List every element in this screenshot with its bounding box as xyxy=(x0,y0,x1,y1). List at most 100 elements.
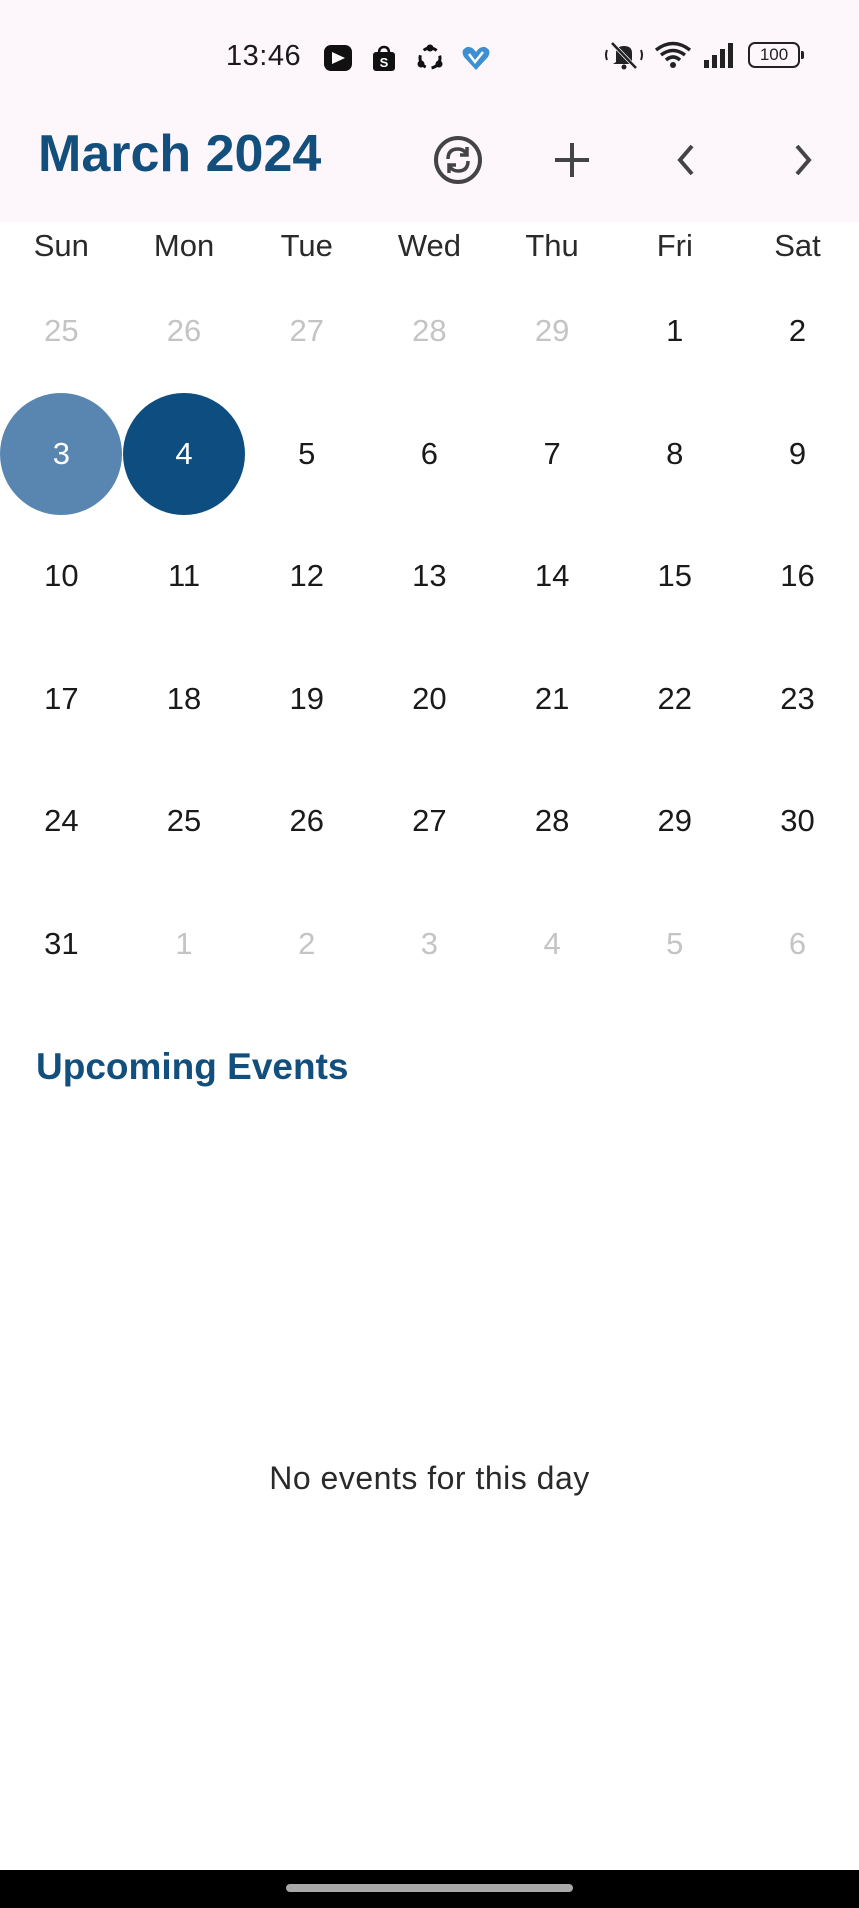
day-number: 16 xyxy=(780,558,815,594)
wifi-icon xyxy=(654,41,692,69)
sync-app-icon xyxy=(414,42,446,74)
day-number: 30 xyxy=(780,803,815,839)
day-cell[interactable]: 17 xyxy=(0,638,123,761)
day-number: 17 xyxy=(44,680,79,716)
previous-month-button[interactable] xyxy=(655,128,719,192)
day-cell[interactable]: 4 xyxy=(123,392,246,516)
app-header: March 2024 xyxy=(0,112,859,222)
day-cell[interactable]: 29 xyxy=(491,270,614,393)
home-indicator[interactable] xyxy=(286,1884,573,1892)
day-cell[interactable]: 26 xyxy=(123,270,246,393)
day-cell[interactable]: 24 xyxy=(0,760,123,883)
day-number: 1 xyxy=(666,313,684,349)
mute-bell-icon xyxy=(604,40,644,70)
today-day-number: 3 xyxy=(0,392,123,515)
day-cell[interactable]: 18 xyxy=(123,638,246,761)
weekday-label: Wed xyxy=(397,228,461,263)
battery-icon: 100 xyxy=(748,42,804,68)
day-number: 31 xyxy=(44,925,79,961)
day-cell[interactable]: 1 xyxy=(123,883,246,1006)
video-app-icon xyxy=(322,42,354,74)
day-cell[interactable]: 29 xyxy=(613,760,736,883)
day-cell[interactable]: 20 xyxy=(368,638,491,761)
day-cell[interactable]: 6 xyxy=(736,883,859,1006)
day-number: 9 xyxy=(788,435,807,471)
svg-text:S: S xyxy=(380,55,389,70)
signal-icon xyxy=(702,41,738,69)
shopee-bag-icon: S xyxy=(368,42,400,74)
weekday-label: Fri xyxy=(656,228,693,263)
day-cell[interactable]: 5 xyxy=(245,393,368,516)
day-number: 21 xyxy=(534,680,570,716)
day-number: 10 xyxy=(44,558,79,594)
day-number: 14 xyxy=(534,558,570,594)
sync-button[interactable] xyxy=(426,128,490,192)
day-cell[interactable]: 10 xyxy=(0,515,123,638)
day-cell[interactable]: 2 xyxy=(736,270,859,393)
day-number: 2 xyxy=(788,313,807,349)
day-number: 26 xyxy=(289,803,324,839)
next-month-button[interactable] xyxy=(770,128,834,192)
day-cell[interactable]: 8 xyxy=(613,393,736,516)
day-number: 11 xyxy=(167,558,201,594)
day-number: 28 xyxy=(534,803,570,839)
day-cell[interactable]: 26 xyxy=(245,760,368,883)
day-cell[interactable]: 5 xyxy=(613,883,736,1006)
day-number: 24 xyxy=(44,803,79,839)
day-cell[interactable]: 31 xyxy=(0,883,123,1006)
day-number: 6 xyxy=(788,925,807,961)
day-number: 7 xyxy=(543,435,561,471)
day-number: 25 xyxy=(44,313,79,349)
day-cell[interactable]: 23 xyxy=(736,638,859,761)
day-cell[interactable]: 27 xyxy=(368,760,491,883)
add-icon xyxy=(555,143,589,177)
day-cell[interactable]: 12 xyxy=(245,515,368,638)
day-cell[interactable]: 15 xyxy=(613,515,736,638)
day-number: 26 xyxy=(166,313,202,349)
day-cell[interactable]: 1 xyxy=(613,270,736,393)
day-cell[interactable]: 27 xyxy=(245,270,368,393)
day-number: 12 xyxy=(289,558,324,594)
day-cell[interactable]: 28 xyxy=(368,270,491,393)
day-number: 13 xyxy=(412,558,447,594)
day-number: 15 xyxy=(657,558,693,594)
weekday-label: Sun xyxy=(33,228,89,263)
day-number: 27 xyxy=(289,313,324,349)
day-cell[interactable]: 9 xyxy=(736,393,859,516)
day-number: 19 xyxy=(289,680,324,716)
month-title: March 2024 xyxy=(38,125,322,183)
day-cell[interactable]: 11 xyxy=(123,515,246,638)
add-event-button[interactable] xyxy=(540,128,604,192)
day-cell[interactable]: 21 xyxy=(491,638,614,761)
next-month-icon xyxy=(795,144,812,176)
day-cell[interactable]: 14 xyxy=(491,515,614,638)
selected-day-number: 4 xyxy=(123,392,246,515)
no-events-message: No events for this day xyxy=(269,1460,590,1496)
day-cell[interactable]: 19 xyxy=(245,638,368,761)
day-cell[interactable]: 25 xyxy=(123,760,246,883)
day-cell[interactable]: 22 xyxy=(613,638,736,761)
day-cell[interactable]: 28 xyxy=(491,760,614,883)
day-cell[interactable]: 30 xyxy=(736,760,859,883)
day-number: 18 xyxy=(166,680,202,716)
day-number: 20 xyxy=(412,680,447,716)
weekday-label: Thu xyxy=(525,228,579,263)
day-cell[interactable]: 16 xyxy=(736,515,859,638)
day-cell[interactable]: 7 xyxy=(491,393,614,516)
day-cell[interactable]: 25 xyxy=(0,270,123,393)
notification-icons: S xyxy=(322,42,492,74)
day-cell[interactable]: 6 xyxy=(368,393,491,516)
day-cell[interactable]: 3 xyxy=(0,392,123,516)
day-cell[interactable]: 3 xyxy=(368,883,491,1006)
upcoming-events-title: Upcoming Events xyxy=(36,1046,349,1087)
day-number: 22 xyxy=(657,680,693,716)
day-number: 5 xyxy=(298,435,316,471)
day-number: 28 xyxy=(412,313,447,349)
day-number: 3 xyxy=(420,925,439,961)
day-cell[interactable]: 4 xyxy=(491,883,614,1006)
day-number: 29 xyxy=(534,313,570,349)
day-cell[interactable]: 13 xyxy=(368,515,491,638)
day-number: 29 xyxy=(657,803,693,839)
day-number: 23 xyxy=(780,680,815,716)
day-cell[interactable]: 2 xyxy=(245,883,368,1006)
